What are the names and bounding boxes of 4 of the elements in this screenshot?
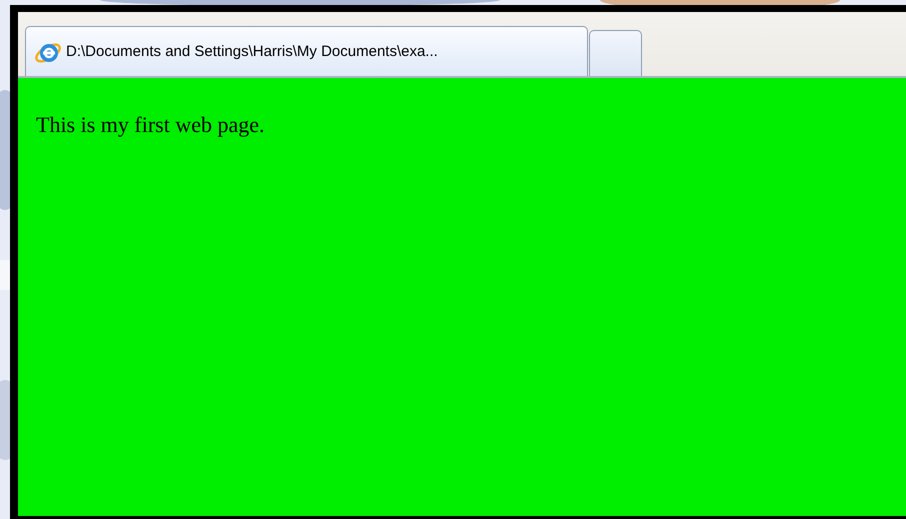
tab-title: D:\Documents and Settings\Harris\My Documents\exa...: [66, 43, 438, 60]
page-text: This is my first web page.: [36, 112, 265, 138]
new-tab-button[interactable]: [589, 30, 642, 76]
browser-tab[interactable]: D:\Documents and Settings\Harris\My Documents\exa...: [25, 26, 588, 76]
